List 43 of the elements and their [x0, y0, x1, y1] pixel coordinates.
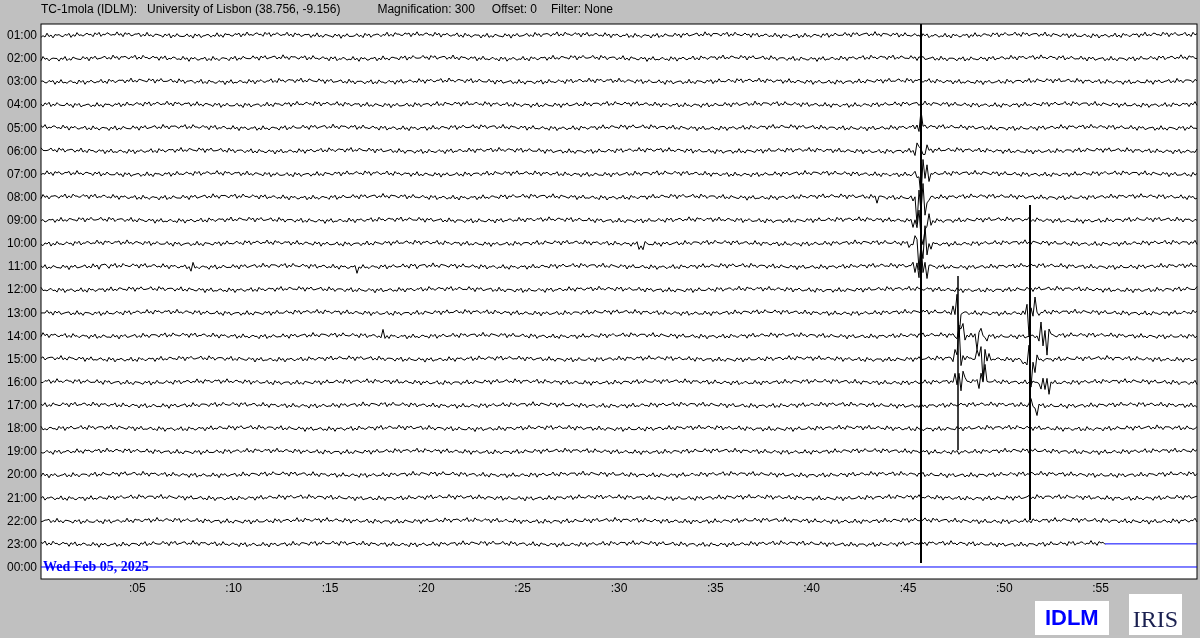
station-name: TC-1mola (IDLM):	[41, 2, 137, 16]
hour-label: 16:00	[6, 374, 37, 389]
minute-tick-label: :55	[1092, 581, 1109, 595]
hour-label: 06:00	[6, 143, 37, 158]
hour-label: 17:00	[6, 398, 37, 413]
minute-tick-label: :30	[610, 581, 628, 595]
minute-tick-label: :50	[995, 581, 1013, 595]
date-label: Wed Feb 05, 2025	[43, 559, 149, 574]
hour-label: 09:00	[6, 213, 37, 228]
hour-label: 20:00	[6, 467, 37, 482]
magnification-label: Magnification: 300	[377, 2, 475, 16]
offset-label: Offset: 0	[491, 2, 537, 16]
hour-label: 13:00	[6, 305, 37, 320]
hour-label: 00:00	[6, 560, 37, 574]
minute-tick-label: :25	[514, 581, 531, 595]
station-location: University of Lisbon (38.756, -9.156)	[147, 2, 341, 16]
hour-label: 04:00	[6, 97, 37, 112]
minute-tick-label: :45	[899, 581, 917, 595]
hour-label: 07:00	[6, 166, 37, 181]
hour-label: 12:00	[6, 282, 37, 297]
minute-tick-label: :10	[225, 581, 242, 595]
station-logo: IDLM	[1034, 601, 1109, 635]
hour-label: 21:00	[6, 490, 37, 505]
minute-tick-label: :35	[706, 581, 724, 595]
minute-tick-label: :40	[803, 581, 820, 595]
minute-tick-label: :15	[321, 581, 339, 595]
hour-label: 18:00	[6, 421, 37, 436]
network-logo: IRIS	[1128, 594, 1182, 635]
hour-label: 14:00	[6, 328, 37, 343]
hour-label: 22:00	[6, 513, 37, 528]
hour-label: 05:00	[6, 120, 37, 135]
minute-tick-label: :20	[418, 581, 435, 595]
hour-label: 02:00	[6, 51, 37, 66]
hour-label: 08:00	[6, 189, 37, 204]
filter-label: Filter: None	[551, 2, 614, 16]
hour-label: 03:00	[6, 74, 37, 89]
hour-label: 11:00	[7, 259, 37, 274]
hour-label: 23:00	[6, 536, 37, 551]
minute-tick-label: :05	[129, 581, 146, 595]
hour-label: 10:00	[6, 236, 37, 251]
hour-label: 01:00	[6, 28, 37, 42]
hour-label: 19:00	[6, 444, 37, 459]
hour-label: 15:00	[6, 351, 37, 366]
